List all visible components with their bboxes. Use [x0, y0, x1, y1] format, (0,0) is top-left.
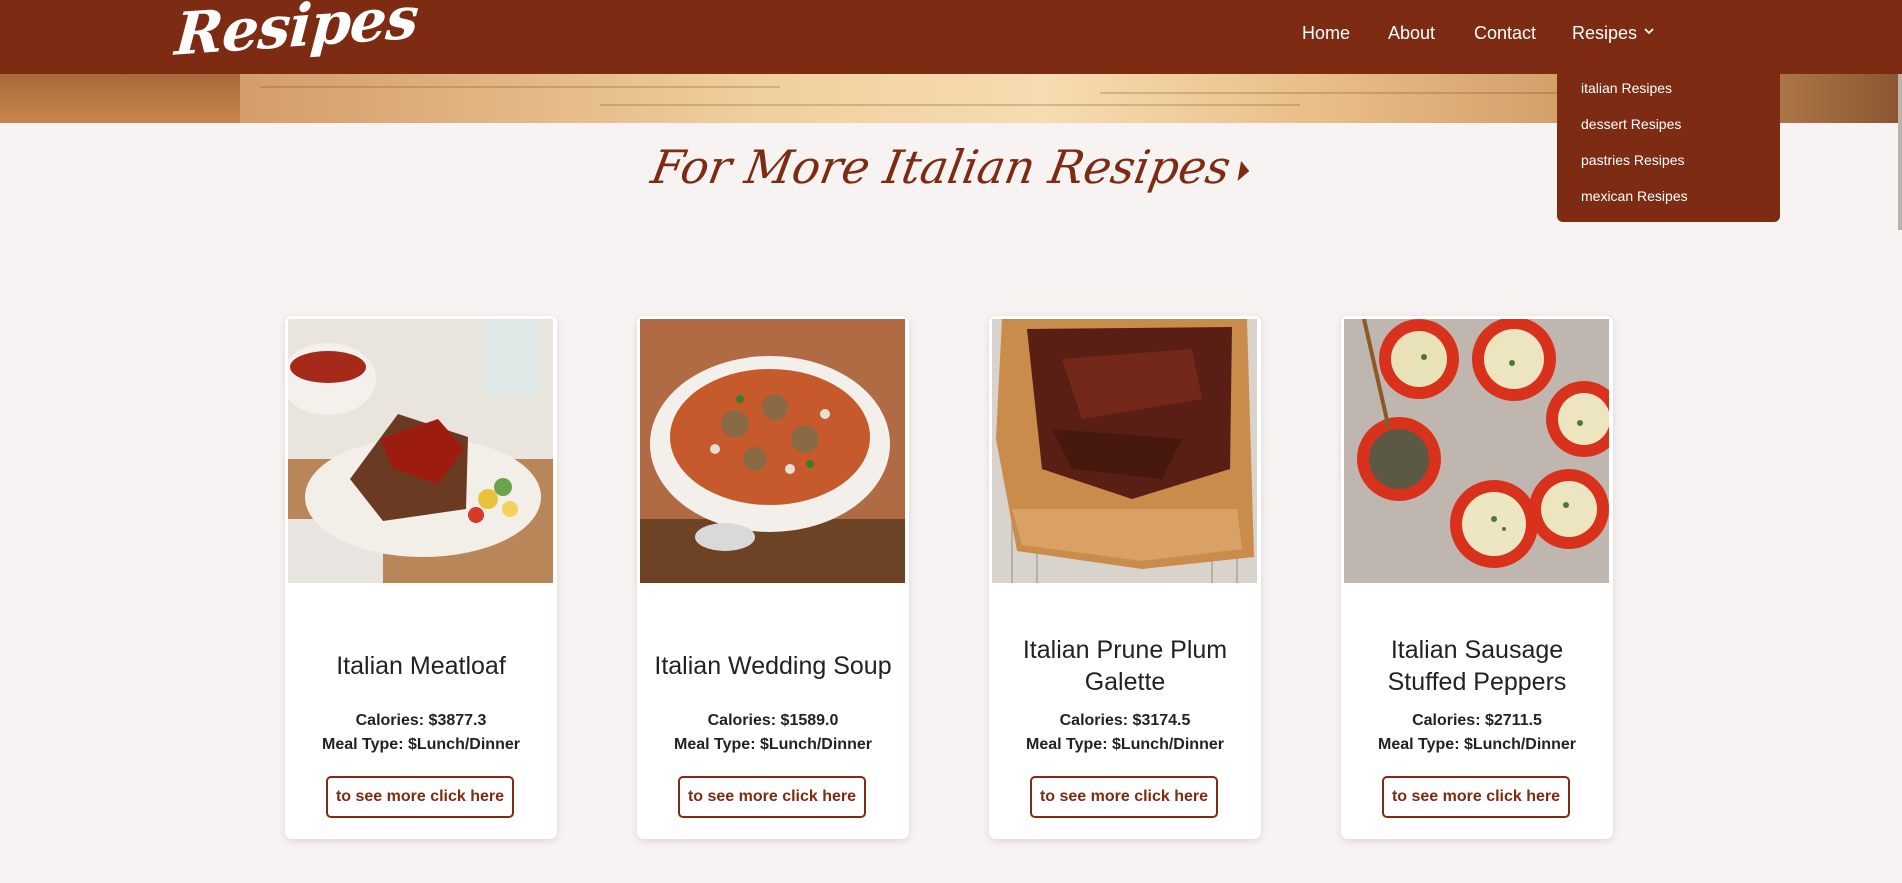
recipe-meal-type: Meal Type: $Lunch/Dinner [1378, 736, 1576, 753]
recipe-image [1344, 319, 1609, 583]
recipe-card: Italian Wedding Soup Calories: $1589.0 M… [637, 316, 909, 839]
recipe-title: Italian Sausage Stuffed Peppers [1387, 636, 1567, 696]
recipe-card: Italian Sausage Stuffed Peppers Calories… [1341, 316, 1613, 839]
recipe-title: Italian Wedding Soup [654, 652, 892, 680]
recipe-image [640, 319, 905, 583]
nav-contact[interactable]: Contact [1474, 23, 1536, 44]
recipe-card: Italian Prune Plum Galette Calories: $31… [989, 316, 1261, 839]
nav-resipes[interactable]: Resipes [1572, 23, 1637, 44]
brand-logo[interactable]: Resipes [173, 0, 420, 69]
nav-home[interactable]: Home [1302, 23, 1350, 44]
dropdown-item-mexican[interactable]: mexican Resipes [1581, 188, 1688, 204]
banner-grain [600, 104, 1300, 106]
see-more-button[interactable]: to see more click here [1030, 776, 1218, 818]
recipe-image [288, 319, 553, 583]
recipe-calories: Calories: $1589.0 [707, 712, 839, 729]
recipe-meal-type: Meal Type: $Lunch/Dinner [674, 736, 872, 753]
see-more-button[interactable]: to see more click here [1382, 776, 1570, 818]
section-heading-text[interactable]: For More Italian Resipes [647, 140, 1234, 194]
recipe-title: Italian Meatloaf [336, 652, 506, 680]
navbar: Resipes Home About Contact Resipes [0, 0, 1902, 74]
dropdown-item-pastries[interactable]: pastries Resipes [1581, 152, 1685, 168]
recipe-calories: Calories: $2711.5 [1412, 712, 1542, 729]
banner-board [0, 74, 240, 123]
recipe-title: Italian Prune Plum Galette [1022, 636, 1228, 696]
recipe-calories: Calories: $3174.5 [1059, 712, 1191, 729]
banner-grain [260, 86, 780, 88]
caret-right-icon [1237, 161, 1252, 181]
recipe-meal-type: Meal Type: $Lunch/Dinner [1026, 736, 1224, 753]
resipes-dropdown: italian Resipes dessert Resipes pastries… [1557, 74, 1780, 222]
chevron-down-icon[interactable] [1642, 24, 1656, 38]
recipe-meal-type: Meal Type: $Lunch/Dinner [322, 736, 520, 753]
dropdown-item-dessert[interactable]: dessert Resipes [1581, 116, 1681, 132]
recipe-card: Italian Meatloaf Calories: $3877.3 Meal … [285, 316, 557, 839]
dropdown-item-italian[interactable]: italian Resipes [1581, 80, 1672, 96]
see-more-button[interactable]: to see more click here [678, 776, 866, 818]
banner-grain [1100, 92, 1600, 94]
see-more-button[interactable]: to see more click here [326, 776, 514, 818]
recipe-image [992, 319, 1257, 583]
recipe-calories: Calories: $3877.3 [355, 712, 487, 729]
nav-about[interactable]: About [1388, 23, 1435, 44]
